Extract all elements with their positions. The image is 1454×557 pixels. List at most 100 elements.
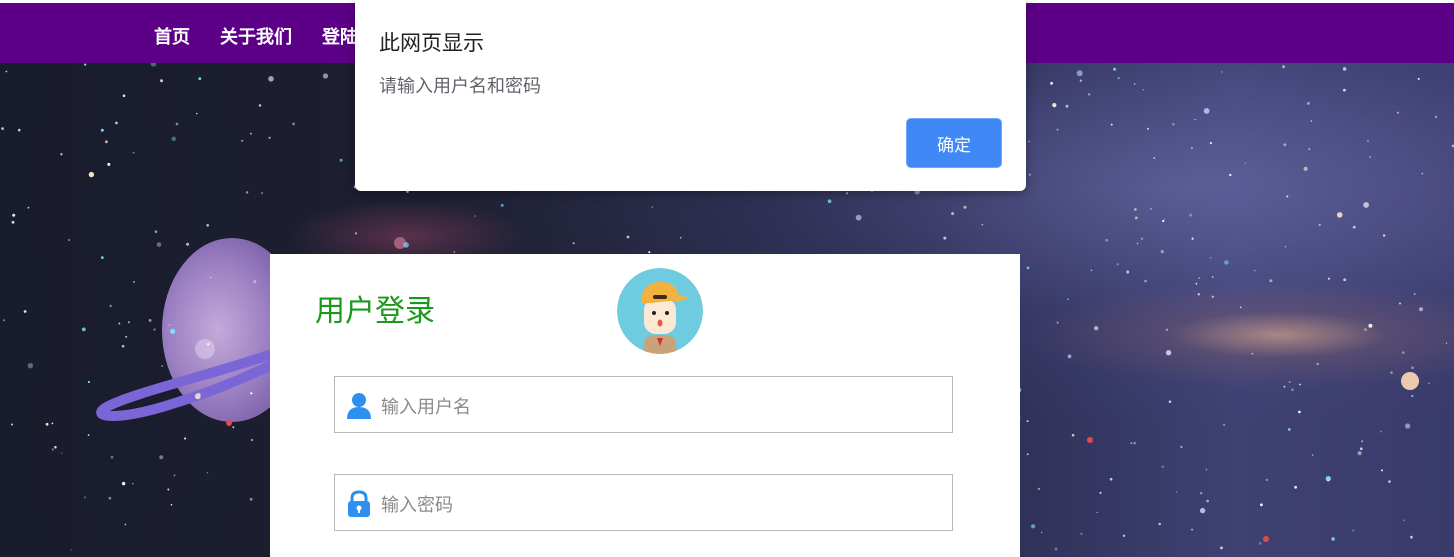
star — [827, 199, 832, 203]
star — [118, 322, 121, 325]
star — [170, 504, 173, 506]
star — [1402, 351, 1405, 354]
star — [1331, 537, 1335, 541]
star — [1122, 534, 1126, 537]
star — [198, 77, 202, 80]
star — [245, 191, 249, 194]
star — [1360, 447, 1363, 451]
star — [124, 523, 127, 526]
star — [1229, 173, 1232, 177]
star — [1198, 277, 1201, 279]
star — [1026, 266, 1030, 270]
username-placeholder: 输入用户名 — [381, 397, 471, 418]
star — [1056, 321, 1059, 324]
star — [268, 136, 271, 139]
dialog-title: 此网页显示 — [379, 31, 484, 55]
star — [268, 76, 274, 82]
star — [1222, 423, 1226, 427]
star — [1221, 71, 1223, 73]
star — [125, 336, 128, 338]
user-icon — [346, 392, 372, 419]
alert-dialog: 此网页显示 请输入用户名和密码 确定 — [355, 0, 1026, 191]
star — [1109, 477, 1113, 481]
star — [1105, 238, 1108, 242]
star — [1411, 394, 1414, 398]
star — [1286, 195, 1289, 198]
star — [1164, 218, 1166, 221]
star — [173, 474, 176, 477]
star — [339, 158, 343, 162]
star — [474, 215, 477, 217]
star — [1369, 156, 1371, 158]
dialog-ok-button[interactable]: 确定 — [906, 118, 1002, 168]
star — [1251, 353, 1254, 355]
star — [1149, 207, 1152, 210]
star — [110, 455, 114, 459]
star — [107, 162, 111, 166]
star — [626, 235, 630, 239]
star — [1130, 442, 1133, 445]
star — [115, 121, 118, 125]
star — [1096, 511, 1098, 514]
star — [1361, 440, 1364, 443]
star — [61, 452, 63, 454]
star — [5, 70, 8, 73]
star — [1067, 354, 1072, 359]
star — [1308, 148, 1311, 150]
star — [1283, 385, 1286, 388]
star — [1194, 118, 1196, 121]
star — [1191, 237, 1194, 240]
star — [1244, 162, 1247, 164]
star — [1282, 65, 1285, 69]
nav-item-about[interactable]: 关于我们 — [220, 23, 292, 49]
star — [846, 192, 848, 195]
star — [241, 139, 244, 142]
star — [1, 127, 4, 130]
star — [453, 250, 456, 253]
nav-item-home[interactable]: 首页 — [154, 23, 190, 49]
star — [648, 251, 651, 254]
star — [1065, 104, 1069, 108]
star — [1190, 147, 1193, 150]
star — [171, 136, 176, 141]
star — [1352, 529, 1355, 532]
star — [1318, 223, 1321, 226]
star — [1144, 279, 1147, 283]
star — [1160, 250, 1164, 254]
star — [1113, 67, 1117, 71]
star — [1040, 531, 1043, 534]
star — [1094, 326, 1099, 331]
star — [1126, 270, 1130, 274]
star — [153, 328, 156, 331]
star — [1199, 507, 1206, 514]
star — [45, 422, 49, 426]
star — [1390, 371, 1393, 374]
star — [1399, 302, 1401, 305]
star — [232, 426, 235, 429]
star — [1303, 166, 1308, 171]
star — [260, 192, 264, 195]
star — [1052, 103, 1057, 108]
star — [1076, 70, 1083, 77]
star — [1067, 298, 1070, 301]
star — [27, 206, 30, 209]
star — [1088, 93, 1091, 96]
star — [1031, 524, 1036, 529]
username-field[interactable]: 输入用户名 — [334, 376, 953, 433]
star — [679, 236, 682, 239]
star — [1211, 276, 1214, 278]
dialog-message: 请输入用户名和密码 — [379, 76, 541, 97]
star — [1099, 491, 1102, 494]
star — [101, 256, 104, 259]
star — [1175, 490, 1178, 493]
star — [1294, 485, 1297, 489]
star — [1405, 423, 1411, 429]
star — [11, 220, 15, 224]
star — [159, 455, 164, 460]
star — [87, 434, 90, 436]
star — [1189, 213, 1193, 217]
star — [1056, 128, 1059, 131]
nav-item-login[interactable]: 登陆 — [322, 23, 358, 49]
star — [1191, 528, 1194, 531]
password-field[interactable]: 输入密码 — [334, 474, 953, 531]
